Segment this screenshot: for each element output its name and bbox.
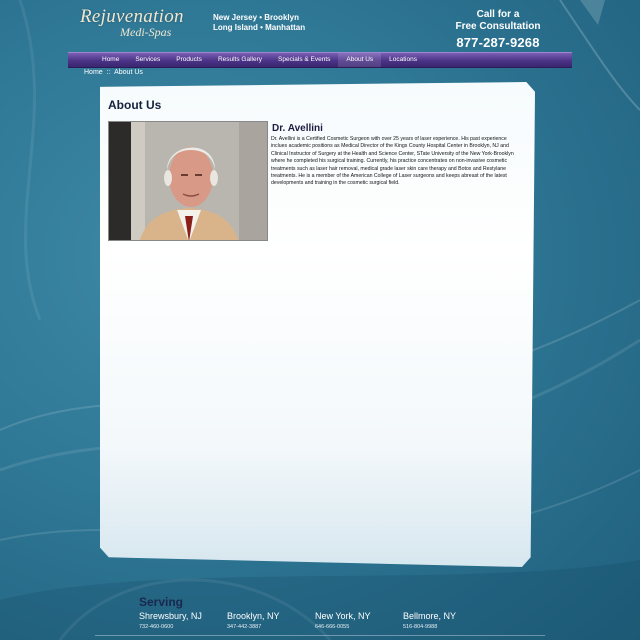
site-header: Rejuvenation Medi-Spas New Jersey • Broo… [0,0,640,52]
page-title: About Us [108,98,162,112]
office-phone: 646-666-0055 [315,624,350,630]
brand-logo[interactable]: Rejuvenation Medi-Spas [80,6,200,46]
call-line-1: Call for a [476,9,520,20]
footer-divider [95,635,545,636]
office-city: Bellmore, NY [403,611,457,621]
office-phone: 732-460-0600 [139,624,174,630]
breadcrumb: Home :: About Us [84,69,143,76]
logo-sub-text: Medi-Spas [120,25,172,39]
footer: Serving Shrewsbury, NJ 732-460-0600 Broo… [0,585,640,640]
locations-line-1: New Jersey • Brooklyn [213,13,299,22]
call-to-action: Call for a Free Consultation 877-287-926… [440,9,556,50]
serving-label: Serving [139,595,184,609]
call-line-2: Free Consultation [455,21,541,32]
nav-about-us[interactable]: About Us [338,53,382,67]
breadcrumb-home[interactable]: Home [84,69,103,76]
nav-specials-events[interactable]: Specials & Events [270,53,338,67]
breadcrumb-separator: :: [106,69,111,76]
office-city: New York, NY [315,611,371,621]
office-shrewsbury[interactable]: Shrewsbury, NJ 732-460-0600 [139,611,229,630]
nav-home[interactable]: Home [94,53,127,67]
office-city: Shrewsbury, NJ [139,611,202,621]
doctor-photo [108,121,268,241]
nav-results-gallery[interactable]: Results Gallery [210,53,270,67]
doctor-name: Dr. Avellini [272,123,323,134]
breadcrumb-current: About Us [114,69,143,76]
nav-services[interactable]: Services [127,53,168,67]
nav-products[interactable]: Products [168,53,210,67]
office-phone: 516-804-9988 [403,624,438,630]
office-city: Brooklyn, NY [227,611,280,621]
office-new-york[interactable]: New York, NY 646-666-0055 [315,611,405,630]
office-phone: 347-442-3887 [227,624,262,630]
doctor-bio: Dr. Avellini is a Certified Cosmetic Sur… [271,136,514,187]
main-nav: Home Services Products Results Gallery S… [68,52,572,68]
office-bellmore[interactable]: Bellmore, NY 516-804-9988 [403,611,493,630]
phone-number[interactable]: 877-287-9268 [440,35,556,50]
locations-line-2: Long Island • Manhattan [213,23,306,32]
office-brooklyn[interactable]: Brooklyn, NY 347-442-3887 [227,611,317,630]
header-locations: New Jersey • Brooklyn Long Island • Manh… [213,13,305,33]
nav-locations[interactable]: Locations [381,53,425,67]
doctor-portrait-icon [109,122,267,240]
